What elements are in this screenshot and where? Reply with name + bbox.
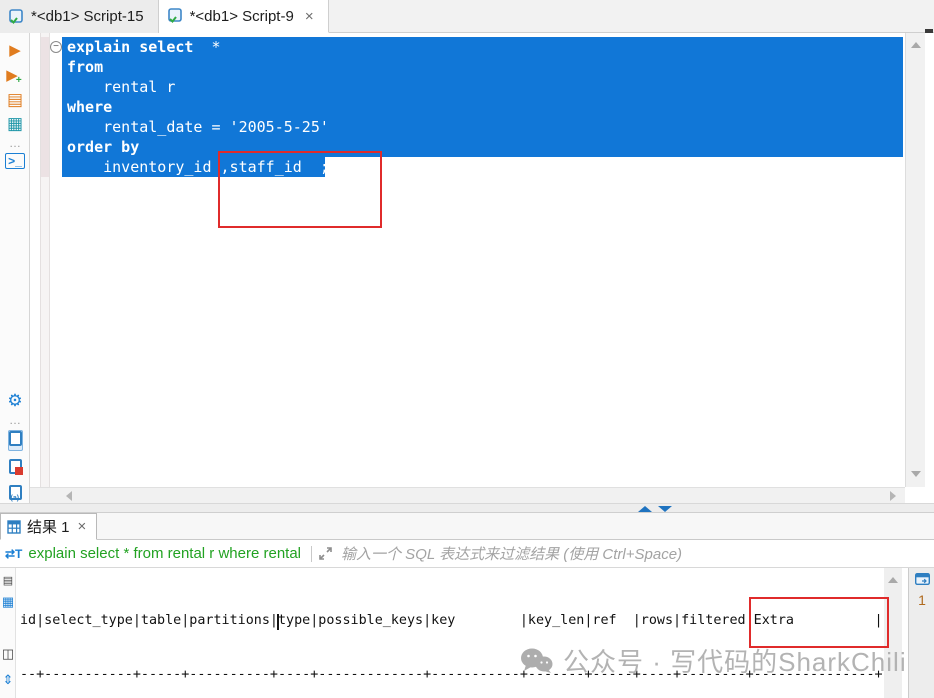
close-icon[interactable]: ×	[305, 8, 314, 25]
document-icon	[8, 431, 22, 446]
code-line: rental_date = '2005-5-25'	[67, 118, 329, 136]
wechat-icon	[521, 648, 553, 673]
code-line: from	[67, 58, 104, 76]
records-side-panel: 1	[908, 568, 934, 698]
explain-plan-button[interactable]: ▦	[0, 114, 30, 134]
expand-filter-icon[interactable]	[318, 546, 333, 561]
panel-splitter[interactable]	[0, 503, 934, 513]
tab-script-15[interactable]: *<db1> Script-15	[0, 0, 159, 33]
dirty-lines-marker	[41, 37, 49, 177]
scroll-down-icon[interactable]	[911, 471, 921, 477]
results-tab-bar: 结果 1 ×	[0, 513, 934, 540]
code-line: where	[67, 98, 113, 116]
sql-script-icon	[167, 8, 182, 24]
tab-results-1[interactable]: 结果 1 ×	[0, 513, 98, 540]
settings-gear-icon[interactable]: ⚙	[0, 391, 30, 411]
sql-script-icon	[9, 8, 23, 24]
explain-result-text[interactable]: id|select_type|table|partitions|type|pos…	[20, 576, 889, 698]
execute-new-tab-button[interactable]: ▶+	[0, 66, 30, 86]
code-line: rental r	[67, 78, 176, 96]
editor-horizontal-scrollbar[interactable]	[30, 487, 905, 503]
sql-editor: ▶ ▶+ ▤ ▦ … >_ ⚙ … (a) − explain select *…	[0, 33, 934, 503]
tab-label: *<db1> Script-15	[31, 8, 144, 25]
editor-vertical-scrollbar[interactable]	[905, 33, 925, 487]
annotation-ruler	[40, 33, 50, 487]
document-icon	[8, 459, 23, 475]
records-icon[interactable]	[915, 573, 930, 585]
minimize-panel-icon[interactable]	[658, 506, 672, 512]
results-grid-zone: ▤ ▦ ◫ ⇕ id|select_type|table|partitions|…	[0, 568, 934, 698]
results-panel: 结果 1 × ⇄T explain select * from rental r…	[0, 513, 934, 698]
tab-label: *<db1> Script-9	[189, 7, 294, 25]
editor-tab-bar: *<db1> Script-15 *<db1> Script-9 ×	[0, 0, 934, 33]
tab-script-9[interactable]: *<db1> Script-9 ×	[158, 0, 329, 33]
results-filter-bar: ⇄T explain select * from rental r where …	[0, 540, 934, 568]
results-tab-label: 结果 1	[27, 519, 70, 536]
maximize-panel-icon[interactable]	[638, 506, 652, 512]
document-icon: (a)	[8, 485, 22, 502]
close-icon[interactable]: ×	[78, 518, 87, 535]
row-number[interactable]: 1	[909, 592, 934, 608]
executed-query-text: explain select * from rental r where ren…	[28, 545, 302, 562]
more-actions-icon[interactable]: …	[0, 413, 30, 427]
output-panel-button[interactable]	[0, 430, 30, 451]
grid-view-icon[interactable]: ▦	[0, 594, 16, 610]
text-caret	[276, 614, 279, 630]
code-line: explain select *	[67, 38, 221, 56]
filter-input[interactable]: 输入一个 SQL 表达式来过滤结果 (使用 Ctrl+Space)	[341, 543, 682, 564]
references-icon[interactable]: ◫	[0, 646, 16, 662]
execute-script-button[interactable]: ▤	[0, 90, 30, 110]
results-side-toolbar: ▤ ▦ ◫ ⇕	[0, 568, 16, 698]
annotation-rectangle-staff-id	[218, 151, 382, 228]
execute-statement-button[interactable]: ▶	[0, 41, 30, 59]
server-output-button[interactable]: (a)	[0, 485, 30, 504]
scroll-left-icon[interactable]	[66, 491, 72, 501]
sql-text-icon: ⇄T	[5, 546, 23, 561]
editor-side-toolbar: ▶ ▶+ ▤ ▦ … >_ ⚙ … (a)	[0, 33, 30, 503]
divider	[311, 545, 313, 562]
annotation-rectangle-filesort	[748, 597, 889, 648]
grid-icon	[7, 519, 21, 534]
text-view-icon[interactable]: ▤	[0, 574, 16, 587]
more-actions-icon[interactable]: …	[0, 136, 30, 150]
sql-console-button[interactable]: >_	[5, 153, 25, 169]
error-badge	[14, 467, 23, 475]
scroll-up-icon[interactable]	[888, 577, 898, 583]
scroll-up-icon[interactable]	[911, 42, 921, 48]
error-log-button[interactable]	[0, 459, 30, 478]
value-panel-icon[interactable]: ⇕	[0, 672, 16, 688]
scroll-right-icon[interactable]	[890, 491, 896, 501]
fold-collapse-icon[interactable]: −	[50, 41, 62, 53]
